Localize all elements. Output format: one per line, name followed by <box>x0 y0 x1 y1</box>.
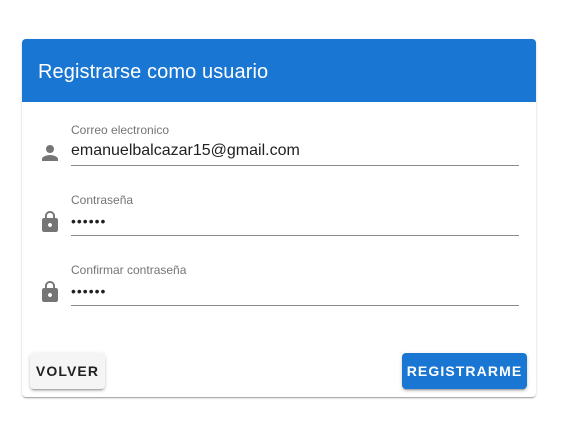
confirm-password-label: Confirmar contraseña <box>71 263 187 277</box>
password-field-row: Contraseña <box>22 193 536 249</box>
lock-icon <box>38 280 62 304</box>
email-field-row: Correo electronico <box>22 123 536 179</box>
page-title: Registrarse como usuario <box>38 61 269 83</box>
registration-card: Registrarse como usuario Correo electron… <box>22 39 536 397</box>
password-label: Contraseña <box>71 193 134 207</box>
password-field[interactable] <box>71 209 519 233</box>
back-button[interactable]: VOLVER <box>30 353 105 389</box>
confirm-password-field[interactable] <box>71 279 519 303</box>
email-underline <box>71 165 519 166</box>
confirm-password-field-row: Confirmar contraseña <box>22 263 536 319</box>
card-header: Registrarse como usuario <box>22 39 536 102</box>
person-icon <box>38 141 62 165</box>
register-button[interactable]: REGISTRARME <box>402 353 527 389</box>
email-label: Correo electronico <box>71 123 170 137</box>
confirm-password-underline <box>71 305 519 306</box>
lock-icon <box>38 210 62 234</box>
password-underline <box>71 235 519 236</box>
email-field[interactable] <box>71 139 519 163</box>
